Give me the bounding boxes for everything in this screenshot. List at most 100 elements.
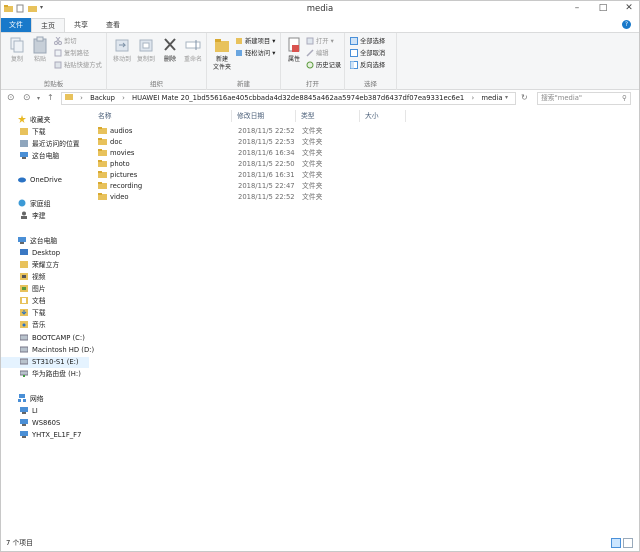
nav-homegroup[interactable]: 家庭组 [18, 199, 50, 210]
delete-button[interactable]: 删除 [159, 36, 181, 64]
select-group-label: 选择 [364, 80, 377, 88]
tab-home[interactable]: 主页 [31, 18, 65, 32]
nav-network[interactable]: 网络 [18, 394, 44, 405]
table-row[interactable]: movies 2018/11/6 16:34 文件夹 [98, 148, 408, 159]
nav-item-downloads-pc[interactable]: 下载 [20, 308, 46, 319]
copy-label: 复制 [10, 56, 23, 63]
history-button[interactable]: 历史记录 [306, 61, 341, 71]
nav-item-desktop[interactable]: Desktop [20, 248, 60, 259]
search-input[interactable]: 搜索"media" ⚲ [537, 92, 631, 105]
drive-icon [19, 357, 29, 365]
rename-button[interactable]: 重命名 [182, 36, 204, 64]
easy-access-button[interactable]: 轻松访问 ▾ [235, 49, 275, 59]
nav-item-label: 最近访问的位置 [32, 140, 80, 148]
refresh-icon[interactable]: ↻ [521, 93, 528, 102]
search-icon[interactable]: ⚲ [622, 93, 627, 104]
recent-places-icon [20, 139, 28, 147]
new-folder-button[interactable]: 新建 文件夹 [210, 36, 234, 72]
nav-thispc[interactable]: 这台电脑 [18, 236, 57, 247]
cut-button[interactable]: 剪切 [54, 36, 77, 47]
nav-item-downloads[interactable]: 下载 [20, 127, 46, 138]
nav-item-label: 下载 [32, 128, 46, 136]
tab-view[interactable]: 查看 [97, 18, 129, 32]
column-header-size[interactable]: 大小 [365, 110, 379, 122]
details-view-icon[interactable] [611, 538, 621, 548]
table-row[interactable]: pictures 2018/11/6 16:31 文件夹 [98, 170, 408, 181]
column-divider[interactable] [295, 110, 296, 122]
large-icons-view-icon[interactable] [623, 538, 633, 548]
column-header-name[interactable]: 名称 [98, 110, 112, 122]
paste-shortcut-button[interactable]: 粘贴快捷方式 [54, 61, 102, 71]
copy-button[interactable]: 复制 [6, 36, 28, 64]
nav-item-pictures[interactable]: 图片 [20, 284, 46, 295]
invert-selection-button[interactable]: 反向选择 [350, 61, 385, 71]
nav-item-drive-e[interactable]: ST310-S1 (E:) [1, 357, 89, 368]
nav-item-drive-c[interactable]: BOOTCAMP (C:) [19, 333, 85, 344]
breadcrumb-separator-icon[interactable]: › [80, 94, 83, 102]
nav-item-music[interactable]: 音乐 [20, 320, 46, 331]
copy-to-icon [139, 39, 153, 52]
move-to-button[interactable]: 移动到 [111, 36, 133, 64]
address-bar[interactable]: › Backup › HUAWEI Mate 20_1bd55616ae405c… [61, 92, 516, 105]
nav-item-user[interactable]: 李建 [20, 211, 46, 222]
breadcrumb-backup[interactable]: Backup [90, 94, 115, 102]
nav-item-thispc-fav[interactable]: 这台电脑 [20, 151, 59, 162]
table-row[interactable]: doc 2018/11/5 22:53 文件夹 [98, 137, 408, 148]
table-row[interactable]: video 2018/11/5 22:52 文件夹 [98, 192, 408, 203]
minimize-icon[interactable]: – [571, 3, 583, 13]
file-name: doc [110, 138, 123, 146]
open-button[interactable]: 打开 ▾ [306, 37, 334, 47]
properties-button[interactable]: 属性 [283, 36, 305, 64]
navigation-pane: 收藏夹 下载 最近访问的位置 这台电脑 OneDrive 家庭组 李建 这台电脑… [1, 109, 94, 533]
nav-item-computer-ws860s[interactable]: WS860S [20, 418, 60, 429]
file-type: 文件夹 [302, 193, 323, 201]
table-row[interactable]: photo 2018/11/5 22:50 文件夹 [98, 159, 408, 170]
column-divider[interactable] [405, 110, 406, 122]
nav-item-drive-h[interactable]: 华为路由盘 (H:) [19, 369, 81, 380]
nav-item-documents[interactable]: 文档 [20, 296, 46, 307]
back-icon[interactable]: ⊙ [7, 93, 15, 103]
breadcrumb-separator-icon[interactable]: › [471, 94, 474, 102]
paste-button[interactable]: 粘贴 [29, 36, 51, 64]
select-all-button[interactable]: 全部选择 [350, 37, 385, 47]
edit-button[interactable]: 编辑 [306, 49, 329, 59]
maximize-icon[interactable]: □ [597, 3, 609, 13]
nav-item-videos[interactable]: 视频 [20, 272, 46, 283]
table-row[interactable]: audios 2018/11/5 22:52 文件夹 [98, 126, 408, 137]
select-none-button[interactable]: 全部取消 [350, 49, 385, 59]
desktop-icon [20, 248, 28, 256]
column-divider[interactable] [231, 110, 232, 122]
cloud-icon [18, 175, 26, 183]
nav-item-label: WS860S [32, 419, 61, 427]
address-dropdown-icon[interactable]: ▾ [505, 94, 508, 101]
tab-share[interactable]: 共享 [65, 18, 97, 32]
file-date: 2018/11/5 22:50 [238, 160, 295, 168]
forward-icon[interactable]: ⊙ [23, 93, 31, 103]
nav-item-drive-d[interactable]: Macintosh HD (D:) [19, 345, 94, 356]
column-header-modified[interactable]: 修改日期 [237, 110, 264, 122]
close-icon[interactable]: ✕ [623, 3, 635, 13]
breadcrumb-device[interactable]: HUAWEI Mate 20_1bd55616ae405cbbada4d32de… [132, 94, 464, 102]
copy-icon [10, 37, 24, 53]
recent-locations-chevron-icon[interactable]: ▾ [37, 95, 40, 102]
copy-to-button[interactable]: 复制到 [135, 36, 157, 64]
up-arrow-icon[interactable]: ↑ [47, 93, 54, 102]
table-row[interactable]: recording 2018/11/5 22:47 文件夹 [98, 181, 408, 192]
breadcrumb-separator-icon[interactable]: › [122, 94, 125, 102]
nav-item-recent[interactable]: 最近访问的位置 [20, 139, 80, 150]
breadcrumb-media[interactable]: media [481, 94, 502, 102]
new-folder-label: 新建 文件夹 [212, 56, 231, 71]
file-name: photo [110, 160, 130, 168]
nav-onedrive[interactable]: OneDrive [18, 175, 62, 186]
tab-file[interactable]: 文件 [1, 18, 31, 32]
column-header-type[interactable]: 类型 [301, 110, 315, 122]
nav-item-computer-li[interactable]: LI [20, 406, 38, 417]
column-divider[interactable] [359, 110, 360, 122]
copy-path-button[interactable]: 复制路径 [54, 49, 89, 59]
nav-item-computer-yhtx[interactable]: YHTX_EL1F_F7 [20, 430, 81, 441]
documents-icon [20, 296, 28, 304]
nav-favorites[interactable]: 收藏夹 [18, 115, 50, 126]
help-icon[interactable]: ? [622, 20, 631, 29]
new-item-button[interactable]: 新建项目 ▾ [235, 37, 275, 47]
nav-item-honor-cube[interactable]: 荣耀立方 [20, 260, 59, 271]
